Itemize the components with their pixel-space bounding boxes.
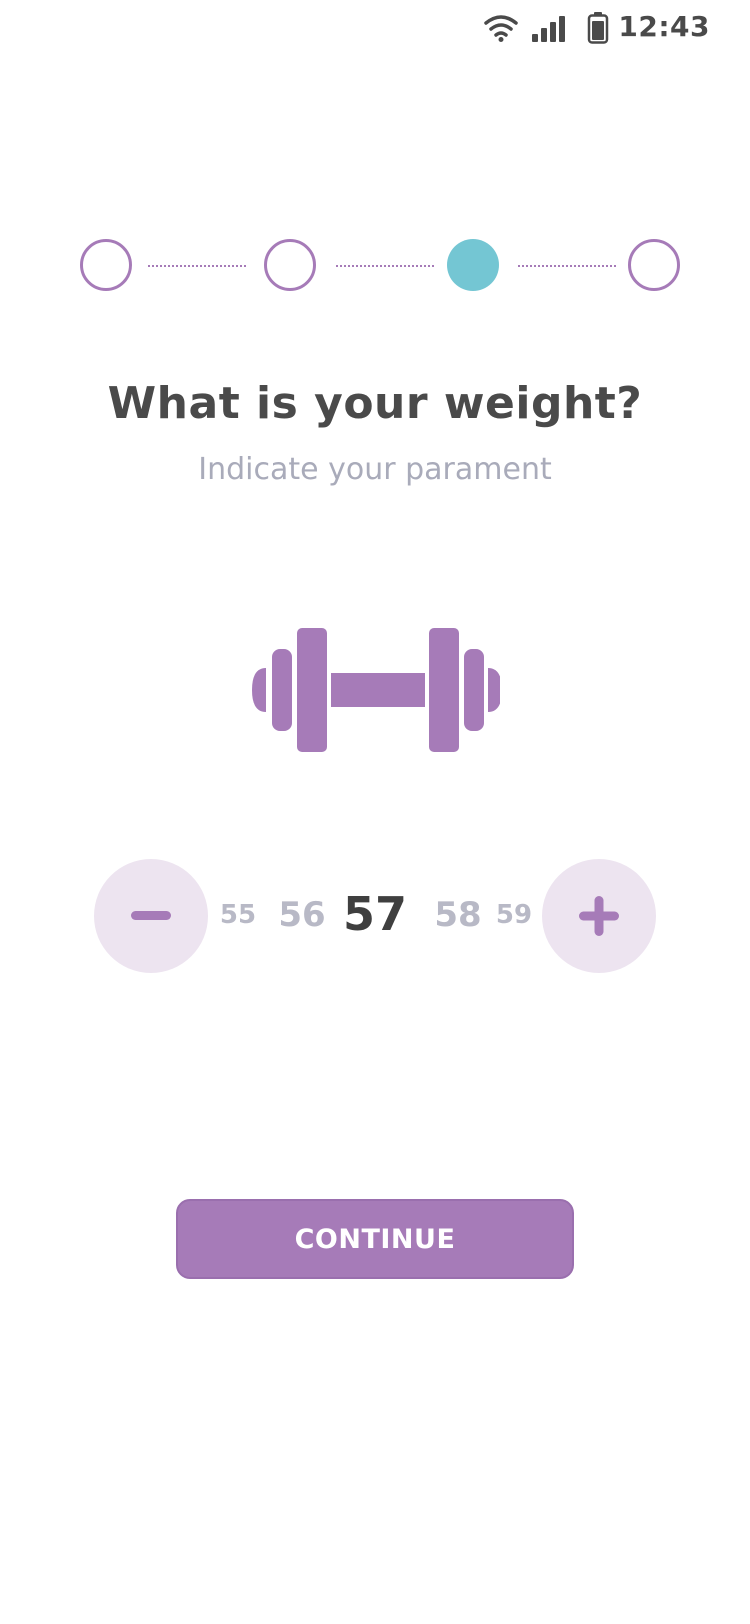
status-bar: 12:43	[0, 0, 750, 60]
weight-option[interactable]: 56	[278, 895, 325, 935]
step-connector	[518, 265, 616, 267]
continue-button[interactable]: CONTINUE	[176, 1199, 574, 1279]
increment-button[interactable]	[542, 859, 656, 973]
status-time: 12:43	[618, 10, 710, 43]
page-subtitle: Indicate your parament	[198, 452, 552, 487]
step-3-indicator-active	[447, 239, 499, 291]
page-title: What is your weight?	[107, 378, 643, 429]
step-1-indicator	[80, 239, 132, 291]
weight-picker: 55 56 57 58 59	[94, 859, 656, 973]
wifi-icon	[484, 15, 518, 42]
weight-option[interactable]: 55	[220, 900, 256, 930]
weight-option[interactable]: 59	[496, 900, 532, 930]
step-2-indicator	[264, 239, 316, 291]
plus-icon	[579, 896, 619, 936]
dumbbell-icon	[252, 628, 500, 752]
battery-icon	[587, 12, 609, 44]
step-connector	[336, 265, 434, 267]
weight-value-scroller[interactable]: 55 56 57 58 59	[208, 859, 542, 973]
step-connector	[148, 265, 246, 267]
progress-stepper	[80, 239, 680, 291]
step-4-indicator	[628, 239, 680, 291]
signal-icon	[532, 16, 565, 42]
decrement-button[interactable]	[94, 859, 208, 973]
weight-screen: 12:43 What is your weight? Indicate your…	[0, 0, 750, 1624]
weight-option[interactable]: 58	[434, 895, 481, 935]
weight-selected-value: 57	[342, 887, 408, 941]
minus-icon	[131, 911, 171, 920]
